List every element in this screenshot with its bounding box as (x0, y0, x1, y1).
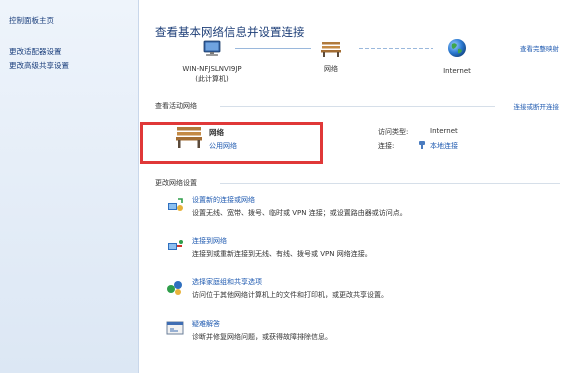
map-computer-node[interactable]: WIN-NFJSLNVI9JP (此计算机) (172, 40, 252, 84)
connect-network-icon (168, 240, 183, 250)
task-description: 连接到或重新连接到无线、有线、拨号或 VPN 网络连接。 (192, 250, 372, 258)
network-node-label: 网络 (324, 65, 338, 73)
globe-icon (448, 39, 466, 57)
homegroup-icon (167, 281, 182, 295)
task-title[interactable]: 连接到网络 (192, 236, 227, 246)
active-networks-divider (220, 106, 495, 107)
task-troubleshoot[interactable]: 疑难解答 诊断并修复网络问题，或获得故障排除信息。 (166, 319, 552, 345)
local-connection-link[interactable]: 本地连接 (430, 141, 458, 151)
task-homegroup[interactable]: 选择家庭组和共享选项 访问位于其他网络计算机上的文件和打印机，或更改共享设置。 (167, 277, 552, 303)
map-network-node[interactable]: 网络 (310, 40, 352, 74)
task-description: 诊断并修复网络问题，或获得故障排除信息。 (192, 333, 332, 341)
sidebar-item-adapter-settings[interactable]: 更改适配器设置 (9, 46, 62, 57)
ethernet-icon (419, 141, 425, 149)
change-settings-divider (220, 183, 560, 184)
task-title[interactable]: 设置新的连接或网络 (192, 195, 255, 205)
highlight-box (140, 122, 323, 164)
active-networks-heading: 查看活动网络 (155, 102, 197, 110)
view-full-map-link[interactable]: 查看完整映射 (520, 43, 559, 53)
map-link-line-1 (235, 48, 311, 49)
main-panel: 查看基本网络信息并设置连接 查看完整映射 WIN-NFJSLNVI9JP (此计… (140, 0, 569, 373)
new-connection-icon (168, 198, 183, 211)
connect-disconnect-link[interactable]: 连接或断开连接 (514, 101, 560, 111)
task-title[interactable]: 疑难解答 (192, 319, 220, 329)
task-connect-network[interactable]: 连接到网络 连接到或重新连接到无线、有线、拨号或 VPN 网络连接。 (168, 236, 552, 262)
computer-sub-label: (此计算机) (195, 75, 229, 83)
access-type-label: 访问类型: (378, 128, 409, 136)
connections-label: 连接: (378, 142, 395, 150)
troubleshoot-icon (166, 321, 184, 335)
access-type-value: Internet (430, 127, 458, 135)
map-link-line-2 (359, 48, 433, 49)
map-internet-node[interactable]: Internet (433, 38, 481, 76)
change-settings-heading: 更改网络设置 (155, 179, 197, 187)
internet-node-label: Internet (443, 67, 471, 75)
computer-name: WIN-NFJSLNVI9JP (182, 65, 242, 73)
task-description: 访问位于其他网络计算机上的文件和打印机，或更改共享设置。 (192, 291, 388, 299)
task-new-connection[interactable]: 设置新的连接或网络 设置无线、宽带、拨号、临时或 VPN 连接；或设置路由器或访… (168, 195, 552, 221)
bench-icon (321, 42, 341, 57)
page-title: 查看基本网络信息并设置连接 (155, 25, 305, 39)
computer-icon (203, 40, 221, 56)
task-description: 设置无线、宽带、拨号、临时或 VPN 连接；或设置路由器或访问点。 (192, 209, 407, 217)
sidebar: 控制面板主页 更改适配器设置 更改高级共享设置 (0, 0, 139, 373)
sidebar-item-control-panel-home[interactable]: 控制面板主页 (9, 15, 54, 26)
task-title[interactable]: 选择家庭组和共享选项 (192, 277, 262, 287)
sidebar-item-advanced-sharing[interactable]: 更改高级共享设置 (9, 60, 69, 71)
